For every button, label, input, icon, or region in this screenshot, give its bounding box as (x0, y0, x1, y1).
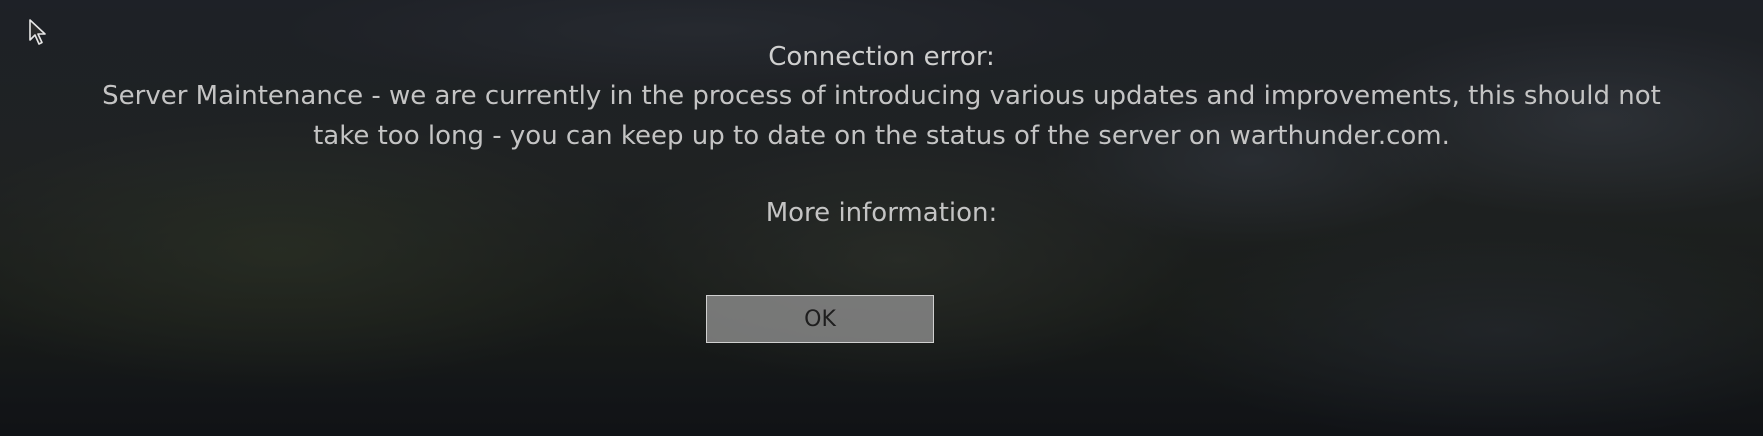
dialog-title: Connection error: (768, 42, 995, 72)
game-screen: Connection error: Server Maintenance - w… (0, 0, 1763, 436)
connection-error-dialog: Connection error: Server Maintenance - w… (0, 40, 1763, 230)
ok-button[interactable]: OK (706, 295, 934, 343)
more-information-label: More information: (765, 198, 998, 228)
dialog-message: Server Maintenance - we are currently in… (102, 81, 1661, 151)
